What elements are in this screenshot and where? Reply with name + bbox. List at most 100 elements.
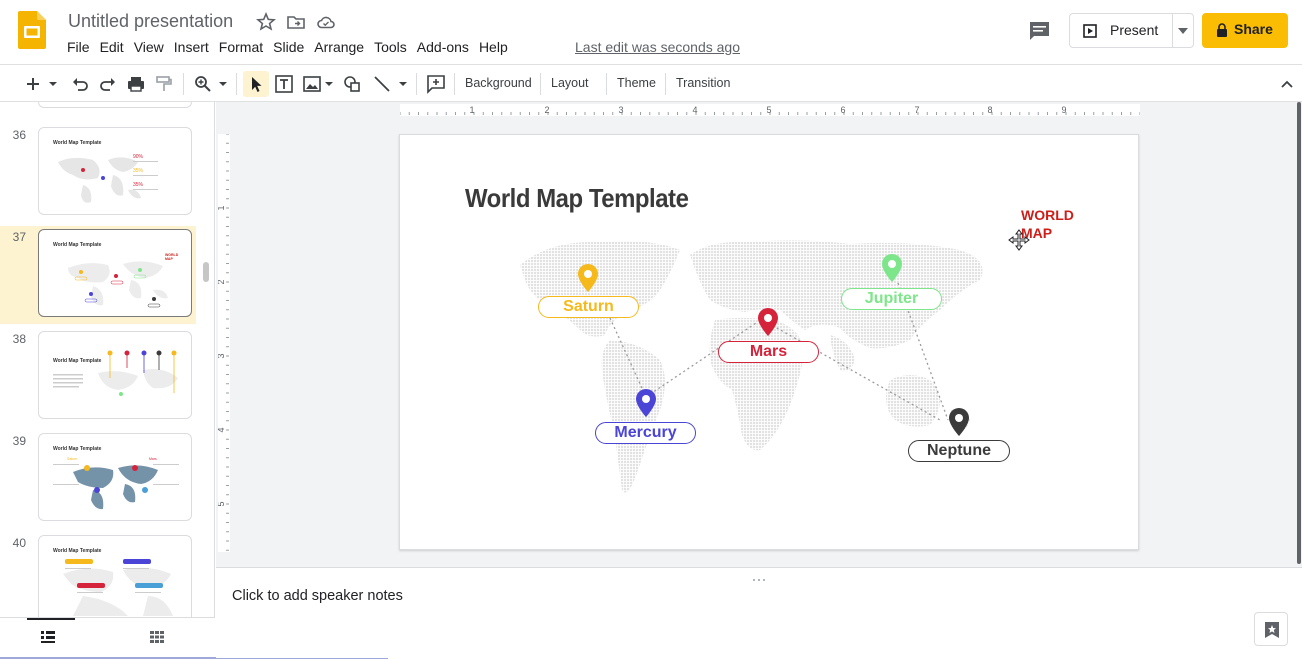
speaker-notes-placeholder[interactable]: Click to add speaker notes xyxy=(232,588,403,604)
thumbnail-title: World Map Template xyxy=(53,548,102,554)
ruler-label: 5 xyxy=(766,105,771,115)
explore-icon xyxy=(1265,622,1279,638)
horizontal-ruler[interactable]: 1 2 3 4 5 6 7 8 9 xyxy=(400,104,1140,116)
ruler-label: 1 xyxy=(218,205,226,210)
neptune-pin-icon[interactable] xyxy=(947,407,971,437)
ruler-label: 8 xyxy=(987,105,992,115)
slide-number: 37 xyxy=(12,230,26,244)
menu-slide[interactable]: Slide xyxy=(268,38,309,58)
slide-thumbnail-35[interactable] xyxy=(38,102,192,108)
jupiter-label[interactable]: Jupiter xyxy=(841,288,942,310)
active-view-indicator xyxy=(27,618,75,620)
ruler-label: 2 xyxy=(218,279,226,284)
slide-number: 39 xyxy=(12,434,26,448)
cloud-saved-icon[interactable] xyxy=(316,12,336,32)
menu-file[interactable]: File xyxy=(62,38,95,58)
move-to-folder-icon[interactable] xyxy=(286,12,306,32)
thumbnail-title: World Map Template xyxy=(53,242,102,248)
present-icon xyxy=(1083,24,1097,38)
theme-button[interactable]: Theme xyxy=(617,76,656,90)
filmstrip-scrollbar[interactable] xyxy=(203,262,209,282)
zoom-dropdown-icon[interactable] xyxy=(218,73,228,95)
saturn-pin-icon[interactable] xyxy=(576,263,600,293)
mercury-label[interactable]: Mercury xyxy=(595,422,696,444)
mercury-pin-icon[interactable] xyxy=(634,388,658,418)
redo-icon[interactable] xyxy=(98,73,118,95)
document-title[interactable]: Untitled presentation xyxy=(68,11,233,32)
shape-icon[interactable] xyxy=(342,73,362,95)
slide-thumbnail-37[interactable]: World Map Template WORLD MAP xyxy=(38,229,192,317)
undo-icon[interactable] xyxy=(70,73,90,95)
filmstrip-view-icon[interactable] xyxy=(41,631,55,643)
current-slide[interactable]: World Map Template WORLD MAP Saturn Jupi… xyxy=(399,134,1139,550)
menu-edit[interactable]: Edit xyxy=(95,38,129,58)
new-slide-dropdown-icon[interactable] xyxy=(48,73,58,95)
mars-pin-icon[interactable] xyxy=(756,307,780,337)
collapse-toolbar-icon[interactable] xyxy=(1280,73,1294,95)
present-button[interactable]: Present xyxy=(1069,13,1194,48)
thumbnail-title: World Map Template xyxy=(53,446,102,452)
canvas-scrollbar-thumb[interactable] xyxy=(1297,102,1301,564)
ruler-label: 3 xyxy=(618,105,623,115)
menu-format[interactable]: Format xyxy=(214,38,268,58)
ruler-label: 9 xyxy=(1061,105,1066,115)
slide-thumbnail-39[interactable]: World Map Template Saturn Mars xyxy=(38,433,192,521)
background-button[interactable]: Background xyxy=(465,76,532,90)
transition-button[interactable]: Transition xyxy=(676,76,730,90)
menu-insert[interactable]: Insert xyxy=(169,38,214,58)
thumbnail-map-graphic: 90% 35% 35% xyxy=(58,154,158,203)
jupiter-pin-icon[interactable] xyxy=(880,253,904,283)
menu-bar: File Edit View Insert Format Slide Arran… xyxy=(62,38,513,58)
add-comment-icon[interactable] xyxy=(426,73,446,95)
filmstrip-panel: 36 World Map Template 90% 35% 35% 37 World… xyxy=(0,102,215,617)
vertical-ruler[interactable]: 1 2 3 4 5 xyxy=(218,134,230,552)
slide-thumbnail-40[interactable]: World Map Template xyxy=(38,535,192,617)
explore-button[interactable] xyxy=(1254,612,1288,646)
neptune-label[interactable]: Neptune xyxy=(908,440,1010,462)
slide-number: 38 xyxy=(12,332,26,346)
paint-format-icon[interactable] xyxy=(154,73,174,95)
share-button[interactable]: Share xyxy=(1202,13,1288,48)
menu-addons[interactable]: Add-ons xyxy=(412,38,474,58)
svg-text:35%: 35% xyxy=(133,168,144,174)
present-dropdown-icon[interactable] xyxy=(1178,28,1188,34)
slide-title[interactable]: World Map Template xyxy=(465,183,689,214)
ruler-label: 3 xyxy=(218,353,226,358)
thumbnail-map-graphic xyxy=(63,559,173,616)
menu-help[interactable]: Help xyxy=(474,38,513,58)
slide-thumbnail-38[interactable]: World Map Template xyxy=(38,331,192,419)
thumbnail-title: World Map Template xyxy=(53,140,102,146)
menu-arrange[interactable]: Arrange xyxy=(309,38,369,58)
ruler-label: 7 xyxy=(914,105,919,115)
menu-tools[interactable]: Tools xyxy=(369,38,412,58)
toolbar: Background Layout Theme Transition xyxy=(0,64,1302,150)
ruler-label: 6 xyxy=(840,105,845,115)
slides-logo-icon[interactable] xyxy=(18,11,46,49)
saturn-label[interactable]: Saturn xyxy=(538,296,639,318)
thumbnail-map-graphic xyxy=(53,350,178,396)
layout-button[interactable]: Layout xyxy=(551,76,589,90)
last-edit-link[interactable]: Last edit was seconds ago xyxy=(575,39,740,55)
svg-text:Mars: Mars xyxy=(149,457,157,461)
new-slide-icon[interactable] xyxy=(24,73,42,95)
slide-number: 36 xyxy=(12,128,26,142)
ruler-label: 4 xyxy=(218,427,226,432)
grid-view-icon[interactable] xyxy=(150,631,164,643)
svg-text:35%: 35% xyxy=(133,182,144,188)
speaker-notes-panel[interactable]: Click to add speaker notes xyxy=(216,567,1302,658)
comment-history-icon[interactable] xyxy=(1028,20,1052,42)
image-dropdown-icon[interactable] xyxy=(324,73,334,95)
slide-thumbnail-36[interactable]: World Map Template 90% 35% 35% xyxy=(38,127,192,215)
share-label: Share xyxy=(1234,21,1273,37)
menu-view[interactable]: View xyxy=(129,38,169,58)
mars-label[interactable]: Mars xyxy=(718,341,819,363)
text-box-icon[interactable] xyxy=(274,73,294,95)
line-dropdown-icon[interactable] xyxy=(398,73,408,95)
print-icon[interactable] xyxy=(126,73,146,95)
notes-resize-handle[interactable] xyxy=(751,569,767,581)
image-icon[interactable] xyxy=(302,73,322,95)
select-cursor-icon[interactable] xyxy=(246,73,266,95)
zoom-icon[interactable] xyxy=(193,73,213,95)
line-icon[interactable] xyxy=(372,73,392,95)
star-icon[interactable] xyxy=(255,11,277,32)
